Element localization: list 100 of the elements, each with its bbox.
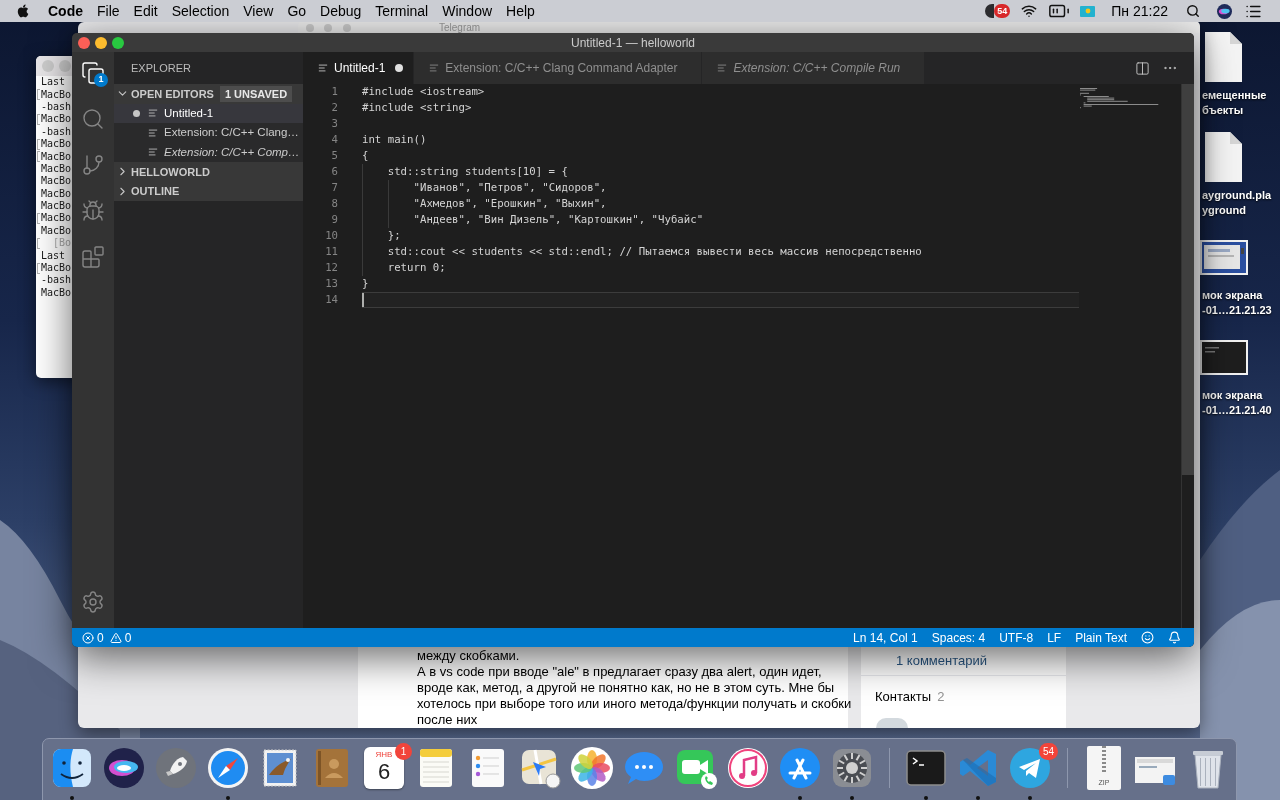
editor-tab[interactable]: Extension: C/C++ Compile Run — [702, 52, 926, 84]
code-line: return 0; — [387, 261, 446, 275]
terminal-line: MacBo — [41, 212, 72, 225]
branch-icon[interactable] — [81, 153, 105, 177]
close-window-icon[interactable] — [78, 36, 90, 49]
bug-icon[interactable] — [81, 199, 105, 223]
file-label[interactable]: мок экрана -01…21.21.40 — [1202, 388, 1272, 418]
line-ending-status[interactable]: LF — [1047, 628, 1062, 647]
editor-tab[interactable]: Extension: C/C++ Clang Command Adapter — [414, 52, 703, 84]
orb-icon[interactable] — [1217, 3, 1232, 19]
file-label[interactable]: ayground.pla yground — [1202, 188, 1272, 218]
encoding-status[interactable]: UTF-8 — [999, 628, 1034, 647]
sidebar-title: EXPLORER — [131, 60, 191, 76]
screenshot-thumbnail-icon[interactable] — [1200, 239, 1248, 275]
code-line: { — [362, 149, 369, 163]
round-app-icon[interactable] — [985, 4, 995, 18]
terminal-line: MacBo — [41, 113, 72, 126]
post-text: между скобками. — [417, 648, 521, 664]
terminal-line: MacBo — [41, 286, 72, 299]
search-icon[interactable] — [1186, 4, 1200, 18]
notifications-bell-icon[interactable] — [1168, 631, 1181, 644]
file-label[interactable]: емещенные бъекты — [1202, 88, 1267, 118]
menu-item[interactable]: Go — [287, 0, 307, 22]
document-icon[interactable] — [1203, 131, 1243, 183]
contacts-count: 2 — [937, 689, 945, 705]
screenshot-thumbnail-icon[interactable] — [1200, 339, 1248, 375]
code-line: } — [362, 277, 369, 291]
text-cursor — [362, 293, 364, 307]
compass-icon[interactable] — [205, 745, 251, 791]
language-mode-status[interactable]: Plain Text — [1075, 628, 1127, 647]
code-line: "Иванов", "Петров", "Сидоров", — [413, 181, 607, 195]
terminal-line: MacBo — [41, 175, 72, 188]
code-line: "Ахмедов", "Ерошкин", "Выхин", — [413, 197, 607, 211]
notification-badge: 54 — [1038, 743, 1058, 760]
terminal-line: -bash — [41, 100, 72, 113]
music-note-icon[interactable] — [725, 745, 771, 791]
blocks-icon[interactable] — [81, 245, 105, 269]
file-lines-icon — [717, 63, 728, 73]
menu-item[interactable]: Window — [442, 0, 493, 22]
file-lines-icon — [318, 63, 328, 73]
code-line: }; — [387, 229, 401, 243]
menu-item[interactable]: View — [243, 0, 274, 22]
file-lines-icon — [148, 127, 158, 138]
terminal-line: MacBo — [41, 262, 72, 275]
menu-item[interactable]: Edit — [133, 0, 158, 22]
section-header[interactable]: HELLOWORLD — [114, 162, 303, 182]
zoom-window-icon[interactable] — [112, 36, 124, 49]
open-editor-item[interactable]: Extension: C/C++ Clang… — [114, 123, 303, 143]
letter-a-stick-icon[interactable] — [777, 745, 823, 791]
code-line: #include <iostream> — [362, 85, 485, 99]
menu-item[interactable]: Debug — [320, 0, 362, 22]
scrollbar-thumb[interactable] — [1182, 84, 1194, 475]
menu-item[interactable]: File — [97, 0, 120, 22]
line-number: 9 — [330, 212, 338, 228]
indentation-status[interactable]: Spaces: 4 — [931, 628, 986, 647]
menu-clock[interactable]: Пн 21:22 — [1111, 0, 1168, 22]
split-editor-icon[interactable] — [1135, 60, 1150, 76]
terminal-line: -bash — [41, 274, 72, 287]
terminal-line: MacBo — [41, 88, 72, 101]
settings-icon[interactable] — [81, 590, 105, 614]
file-lines-icon — [148, 147, 158, 158]
rocket-icon[interactable] — [153, 745, 199, 791]
code-line: std::string students[10] = { — [387, 165, 568, 179]
comments-link[interactable]: 1 комментарий — [896, 650, 987, 671]
files-icon[interactable] — [81, 61, 105, 85]
editor-tab[interactable]: Untitled-1 — [303, 52, 415, 84]
cursor-position-status[interactable]: Ln 14, Col 1 — [853, 628, 918, 647]
pinwheel-flower-icon[interactable] — [569, 745, 615, 791]
apple-icon[interactable] — [16, 3, 30, 19]
file-label[interactable]: мок экрана -01…21.21.23 — [1202, 288, 1272, 318]
open-editor-item[interactable]: Extension: C/C++ Comp… — [114, 142, 303, 162]
line-number: 8 — [330, 196, 338, 212]
document-icon[interactable] — [1203, 31, 1243, 83]
window-title: Untitled-1 — helloworld — [570, 34, 696, 52]
section-header[interactable]: OPEN EDITORS 1 UNSAVED — [114, 84, 303, 104]
code-line: int main() — [362, 133, 427, 147]
code-line: std::cout << students << std::endl; // Пытаемся вывести весь массив непосредственно — [387, 245, 922, 259]
voice-orb-icon[interactable] — [101, 745, 147, 791]
terminal-line: MacBo — [41, 150, 72, 163]
error-icon — [82, 631, 94, 644]
terminal-line: MacBo — [41, 200, 72, 213]
wifi-icon[interactable] — [1021, 3, 1038, 19]
feedback-smiley-icon[interactable] — [1141, 631, 1154, 644]
avatar-icon — [876, 718, 908, 728]
menu-item[interactable]: Selection — [171, 0, 230, 22]
terminal-line: MacBo — [41, 187, 72, 200]
app-menu[interactable]: Code — [48, 0, 83, 22]
open-editor-item[interactable]: Untitled-1 — [114, 103, 303, 123]
line-number: 2 — [330, 100, 338, 116]
line-number: 3 — [330, 116, 338, 132]
file-lines-icon — [429, 63, 440, 73]
menu-item[interactable]: Help — [506, 0, 535, 22]
notification-badge: 54 — [994, 4, 1011, 18]
minimize-window-icon[interactable] — [95, 36, 107, 49]
terminal-line: MacBo — [41, 138, 72, 151]
problems-status[interactable]: 0 0 — [82, 628, 132, 647]
paper-plane-icon[interactable] — [1007, 745, 1053, 791]
line-number: 4 — [330, 132, 338, 148]
section-header[interactable]: OUTLINE — [114, 181, 303, 201]
menu-item[interactable]: Terminal — [375, 0, 429, 22]
